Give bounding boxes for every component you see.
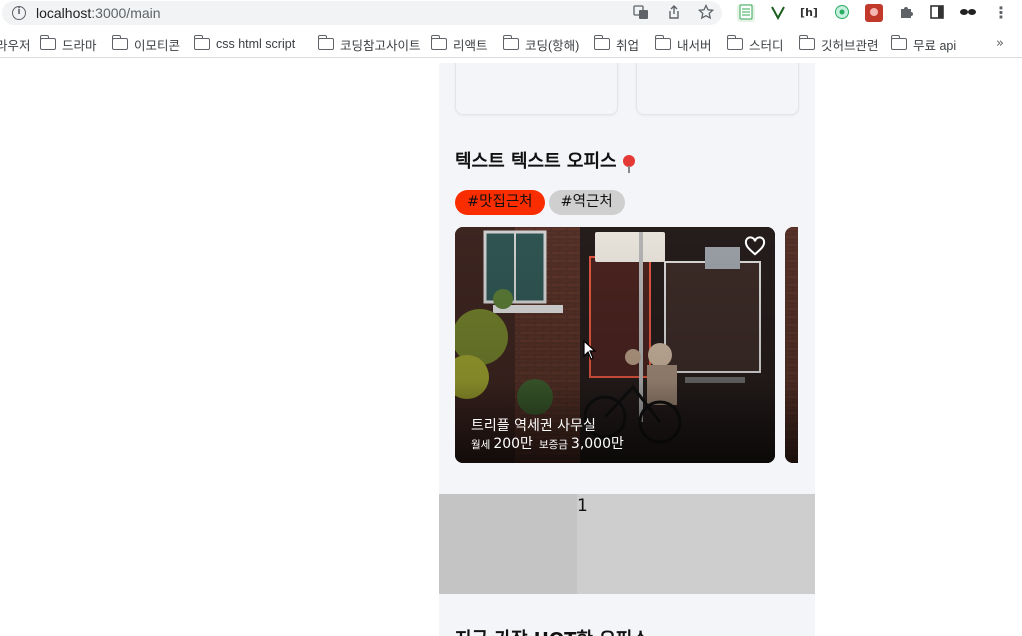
more-bookmarks-button[interactable]: » bbox=[996, 36, 1004, 51]
previous-card[interactable] bbox=[636, 63, 799, 115]
folder-icon bbox=[502, 35, 519, 50]
bookmark-label: 깃허브관련 bbox=[821, 38, 879, 53]
folder-icon bbox=[726, 35, 743, 50]
banner-page-number: 1 bbox=[577, 496, 588, 516]
puzzle-extensions-icon[interactable] bbox=[897, 4, 915, 22]
vector-extension-icon[interactable] bbox=[769, 4, 787, 22]
bookmark-label: 무료 api bbox=[913, 38, 957, 53]
folder-icon bbox=[39, 35, 56, 50]
kebab-menu-icon[interactable]: ⋮ bbox=[992, 4, 1010, 22]
star-icon[interactable] bbox=[697, 3, 715, 22]
url-text[interactable]: localhost:3000/main bbox=[36, 5, 161, 21]
tag-button[interactable]: #역근처 bbox=[548, 190, 625, 215]
mouse-cursor-icon bbox=[583, 340, 597, 360]
bookmark-item[interactable]: css html script bbox=[193, 34, 296, 54]
bookmark-item[interactable]: 라우저 bbox=[0, 34, 31, 54]
hackernews-extension-icon[interactable]: [h] bbox=[800, 4, 818, 22]
office-photo bbox=[785, 227, 798, 463]
bookmark-label: 이모티콘 bbox=[134, 38, 181, 53]
rent-value: 200만 bbox=[493, 436, 533, 452]
address-bar[interactable]: i localhost:3000/main bbox=[2, 1, 722, 25]
info-icon[interactable]: i bbox=[12, 6, 26, 20]
bookmark-item[interactable]: 내서버 bbox=[654, 34, 712, 54]
bookmark-label: 라우저 bbox=[0, 38, 31, 53]
deposit-value: 3,000만 bbox=[570, 436, 624, 452]
deposit-label: 보증금 bbox=[538, 439, 568, 451]
section-title: 텍스트 텍스트 오피스 bbox=[455, 147, 635, 173]
bookmark-item[interactable]: 깃허브관련 bbox=[798, 34, 879, 54]
red-extension-icon[interactable] bbox=[865, 4, 883, 22]
office-card[interactable] bbox=[785, 227, 798, 463]
share-icon[interactable] bbox=[665, 4, 683, 22]
folder-icon bbox=[798, 35, 815, 50]
pin-icon bbox=[622, 155, 635, 173]
folder-icon bbox=[317, 35, 334, 50]
sidepanel-icon[interactable] bbox=[928, 4, 946, 22]
bookmarks-bar: 라우저 드라마 이모티콘 css html script 코딩참고사이트 리액트 코딩(항해… bbox=[0, 30, 1022, 58]
bookmark-label: 내서버 bbox=[677, 38, 712, 53]
heart-icon[interactable] bbox=[744, 236, 766, 256]
page-viewport: 텍스트 텍스트 오피스 #맛집근처 #역근처 트리플 역세권 사무실 월세 20… bbox=[0, 63, 1022, 636]
folder-icon bbox=[593, 35, 610, 50]
office-price: 월세 200만 보증금 3,000만 bbox=[471, 433, 630, 453]
bookmark-label: 드라마 bbox=[62, 38, 97, 53]
bookmark-item[interactable]: 코딩(항해) bbox=[502, 34, 580, 54]
banner-carousel[interactable]: 1 bbox=[439, 494, 815, 594]
bookmark-item[interactable]: 코딩참고사이트 bbox=[317, 34, 421, 54]
section-title: 지금 가장 HOT한 오피스 bbox=[455, 625, 649, 636]
sheets-extension-icon[interactable] bbox=[737, 4, 755, 22]
banner-slide bbox=[439, 494, 577, 594]
wheel-extension-icon[interactable] bbox=[833, 4, 851, 22]
tag-button[interactable]: #맛집근처 bbox=[455, 190, 545, 215]
folder-icon bbox=[654, 35, 671, 50]
bookmark-item[interactable]: 취업 bbox=[593, 34, 640, 54]
folder-icon bbox=[890, 35, 907, 50]
office-card[interactable]: 트리플 역세권 사무실 월세 200만 보증금 3,000만 bbox=[455, 227, 775, 463]
office-carousel[interactable]: 트리플 역세권 사무실 월세 200만 보증금 3,000만 bbox=[455, 227, 798, 463]
folder-icon bbox=[193, 35, 210, 50]
bookmark-label: css html script bbox=[216, 37, 296, 51]
bookmark-item[interactable]: 드라마 bbox=[39, 34, 97, 54]
previous-card[interactable] bbox=[455, 63, 618, 115]
office-title: 트리플 역세권 사무실 bbox=[471, 418, 596, 434]
bookmark-label: 코딩(항해) bbox=[525, 38, 580, 53]
bookmark-label: 취업 bbox=[616, 38, 640, 53]
folder-icon bbox=[430, 35, 447, 50]
bookmark-label: 코딩참고사이트 bbox=[340, 38, 421, 53]
bookmark-item[interactable]: 스터디 bbox=[726, 34, 784, 54]
rent-label: 월세 bbox=[471, 439, 491, 451]
bookmark-item[interactable]: 무료 api bbox=[890, 34, 957, 54]
bookmark-label: 리액트 bbox=[453, 38, 488, 53]
mobile-column: 텍스트 텍스트 오피스 #맛집근처 #역근처 트리플 역세권 사무실 월세 20… bbox=[439, 63, 815, 636]
translate-icon[interactable] bbox=[632, 4, 650, 22]
eyes-extension-icon[interactable] bbox=[959, 4, 977, 22]
folder-icon bbox=[111, 35, 128, 50]
tag-list: #맛집근처 #역근처 bbox=[455, 190, 625, 215]
bookmark-label: 스터디 bbox=[749, 38, 784, 53]
bookmark-item[interactable]: 이모티콘 bbox=[111, 34, 181, 54]
bookmark-item[interactable]: 리액트 bbox=[430, 34, 488, 54]
browser-toolbar: i localhost:3000/main [h] ⋮ bbox=[0, 0, 1022, 26]
